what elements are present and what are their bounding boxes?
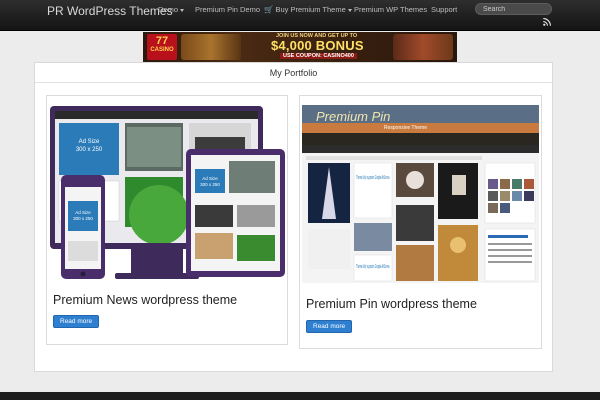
portfolio-panel: My Portfolio Ad Size 300 x 250 Ad Size 3… bbox=[34, 62, 553, 372]
phone-ad-value: 300 x 250 bbox=[73, 216, 93, 221]
news-theme-screenshot[interactable]: Ad Size 300 x 250 Ad Size 300 x 250 Ad S… bbox=[49, 105, 286, 283]
banner-characters-right bbox=[393, 34, 453, 60]
banner-characters-left bbox=[181, 34, 241, 60]
casino-ad-banner[interactable]: 77 CASINO JOIN US NOW AND GET UP TO $4,0… bbox=[143, 32, 457, 62]
casino-logo: 77 CASINO bbox=[147, 34, 177, 60]
tablet-ad-value: 300 x 250 bbox=[200, 182, 220, 187]
pin-quote-text: Theme fully supports Google AdSense. bbox=[356, 175, 390, 181]
nav-support[interactable]: Support bbox=[431, 5, 457, 14]
portfolio-item-title[interactable]: Premium Pin wordpress theme bbox=[306, 297, 477, 311]
search-input[interactable] bbox=[475, 3, 552, 15]
pin-site-title: Premium Pin bbox=[316, 109, 390, 124]
banner-bonus-text: $4,000 BONUS bbox=[271, 38, 364, 53]
portfolio-item-news: Ad Size 300 x 250 Ad Size 300 x 250 Ad S… bbox=[46, 95, 288, 345]
page-footer bbox=[0, 392, 600, 400]
portfolio-item-title[interactable]: Premium News wordpress theme bbox=[53, 293, 237, 307]
chevron-down-icon bbox=[347, 8, 352, 12]
portfolio-title: My Portfolio bbox=[35, 63, 552, 83]
portfolio-item-pin: Premium Pin Responsive Theme Theme fully… bbox=[299, 95, 542, 349]
nav-demo[interactable]: Demo bbox=[158, 5, 185, 14]
top-navbar: PR WordPress Themes Demo Premium Pin Dem… bbox=[0, 0, 600, 31]
nav-premium-wp-themes[interactable]: Premium WP Themes bbox=[354, 5, 427, 14]
ad-size-value: 300 x 250 bbox=[76, 147, 103, 153]
nav-premium-pin-demo[interactable]: Premium Pin Demo bbox=[195, 5, 260, 14]
banner-coupon-text: USE COUPON: CASINO400 bbox=[280, 53, 357, 59]
rss-icon[interactable] bbox=[543, 18, 551, 26]
site-brand[interactable]: PR WordPress Themes bbox=[47, 4, 173, 18]
pin-theme-screenshot[interactable]: Premium Pin Responsive Theme Theme fully… bbox=[302, 105, 539, 283]
pin-quote-text-2: Theme fully supports Google AdSense. bbox=[356, 264, 390, 270]
read-more-button[interactable]: Read more bbox=[53, 315, 100, 328]
chevron-down-icon bbox=[180, 8, 185, 12]
pin-tagline: Responsive Theme bbox=[384, 125, 427, 131]
phone-ad-label: Ad Size bbox=[75, 210, 91, 215]
nav-buy-premium-theme[interactable]: 🛒 Buy Premium Theme bbox=[264, 5, 352, 14]
ad-size-label: Ad Size bbox=[79, 139, 100, 145]
read-more-button[interactable]: Read more bbox=[306, 320, 353, 333]
tablet-ad-label: Ad Size bbox=[202, 176, 218, 181]
cart-icon: 🛒 bbox=[264, 5, 274, 14]
